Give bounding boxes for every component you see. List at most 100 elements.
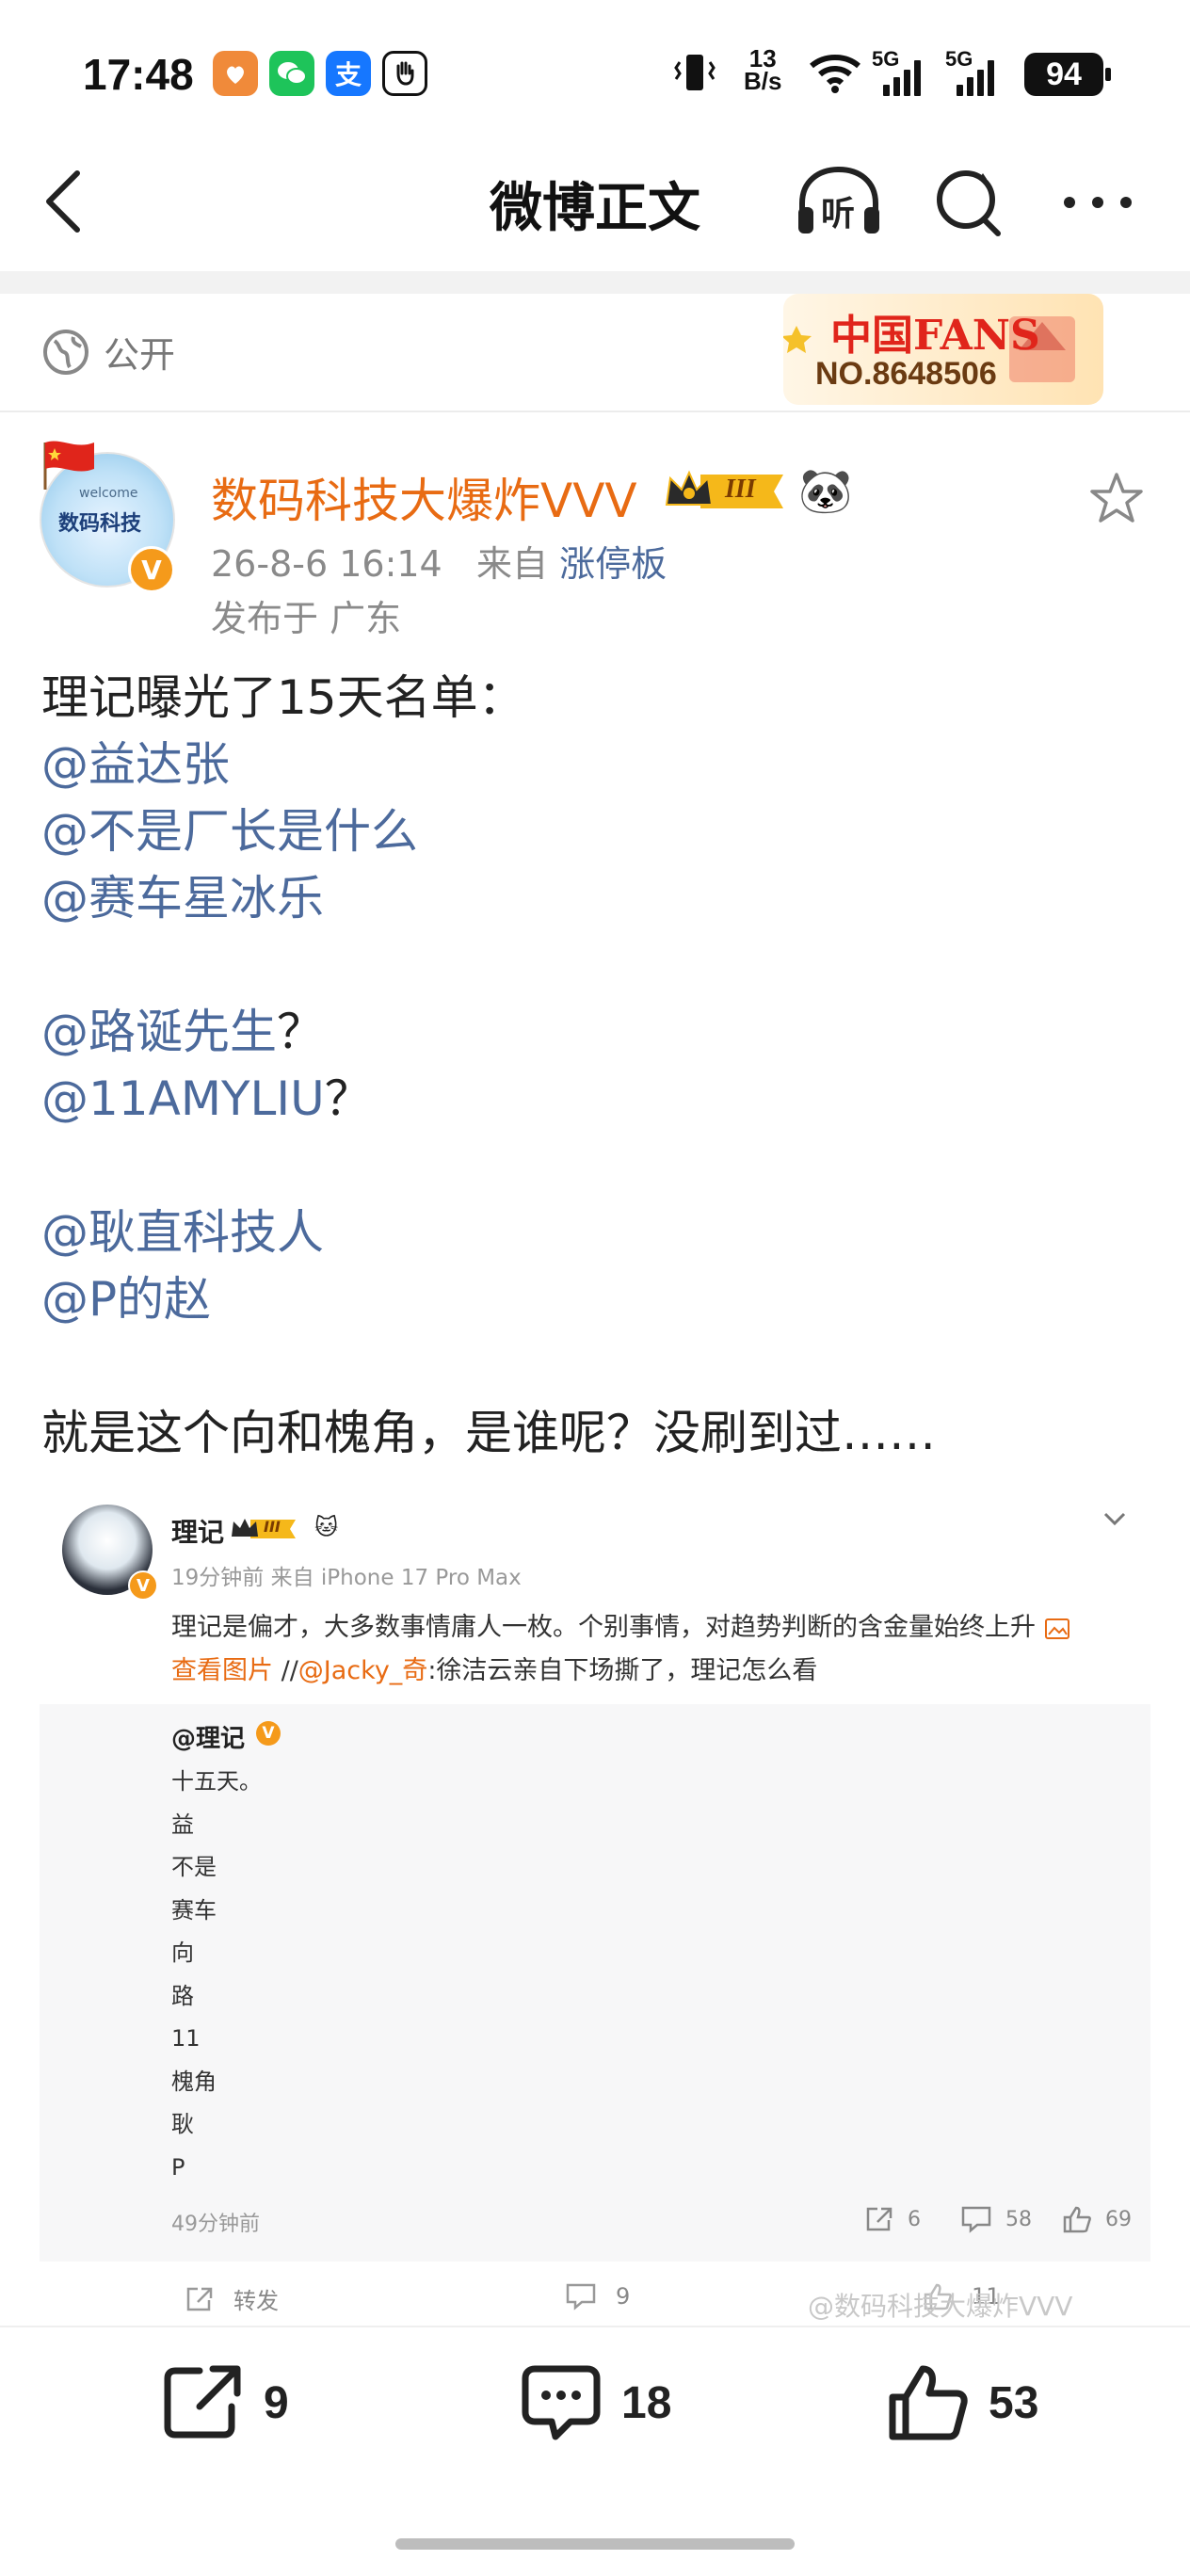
post-date: 26-8-6 16:14 [211,543,442,585]
avatar-text: 数码科技 [58,512,142,536]
post-body-line: 理记曝光了15天名单： [41,665,1152,732]
mention-link[interactable]: @赛车星冰乐 [41,871,324,926]
globe-icon [43,329,88,375]
post-text: 就是这个向和槐角，是谁呢？没刷到过…… [41,1406,936,1460]
battery-tip [1105,68,1111,81]
embedded-quote-lines: 十五天。益不是 赛车向路 11 槐角耿 P [171,1761,262,2189]
embedded-emoji-badge: 🐱 [314,1514,339,1540]
section-divider [0,411,1190,412]
fans-badge[interactable]: 中国FANS NO.8648506 [783,294,1103,405]
avatar-welcome-text: welcome [79,486,138,501]
fans-badge-number: NO.8648506 [815,356,997,392]
flag-icon [43,441,94,490]
bottom-bar-divider [0,2326,1190,2327]
embedded-quote-time: 49分钟前 [171,2213,260,2236]
alipay-icon: 支 [326,51,371,96]
status-time: 17:48 [83,50,194,99]
repost-count: 9 [264,2377,289,2428]
embedded-quote-line: P [171,2153,185,2181]
embedded-action-repost: 转发 [185,2282,279,2315]
mention-link[interactable]: @耿直科技人 [41,1205,324,1260]
embedded-quote-comments: 58 [960,2205,1032,2233]
vibrate-icon [670,51,719,98]
post-text-suffix: ？ [277,1005,324,1059]
embedded-quote-line: 赛车 [171,1896,217,1924]
post-body: 理记曝光了15天名单： @益达张 @不是厂长是什么 @赛车星冰乐 @路诞先生？ @11AM… [41,665,1152,1467]
mention-link[interactable]: @路诞先生 [41,1005,277,1059]
post-meta: 26-8-6 16:14 来自 涨停板 [211,535,667,587]
favorite-button[interactable] [1088,471,1145,529]
wifi-icon [808,51,862,98]
post-body-blank-line [41,1133,1152,1199]
post-body-line: @路诞先生？ [41,999,1152,1066]
post-text: 理记曝光了15天名单： [41,670,525,725]
embedded-quote-verified-badge: V [256,1721,281,1746]
embedded-text-line2: 查看图片 //@Jacky_奇:徐洁云亲自下场撕了，理记怎么看 [171,1656,818,1685]
star-icon [1090,473,1143,523]
share-icon [164,2365,241,2439]
embedded-quote-line: 槐角 [171,2068,217,2095]
post-source-link[interactable]: 涨停板 [559,543,667,585]
embedded-quote-reposts: 6 [864,2205,921,2233]
comment-count: 18 [621,2377,672,2428]
wechat-icon [269,51,314,96]
embedded-quote-line: 耿 [171,2111,194,2137]
verified-badge: V [128,546,175,593]
comment-button[interactable]: 18 [518,2361,671,2444]
home-indicator[interactable] [395,2538,795,2550]
post-body-line: @P的赵 [41,1266,1152,1333]
embedded-share-icon [866,2207,892,2231]
embedded-quote-likes: 69 [1062,2205,1132,2233]
more-button[interactable] [1060,188,1135,220]
visibility-row: 公开 [41,326,175,378]
mention-link[interactable]: @益达张 [41,737,230,792]
status-bar: 17:48 支 13 B/s 5G 5G 94 [0,0,1190,141]
embedded-like-icon [1063,2206,1091,2233]
level-badge: III [663,467,789,516]
embedded-level-badge: III [230,1516,298,1542]
post-body-blank-line [41,932,1152,999]
embedded-author-name: 理记 [171,1517,225,1548]
post-body-line: 就是这个向和槐角，是谁呢？没刷到过…… [41,1400,1152,1467]
repost-button[interactable]: 9 [160,2361,289,2444]
like-count: 53 [989,2377,1039,2428]
hand-shield-icon [382,51,427,96]
app-notification-icon [213,51,258,96]
embedded-action-comments: 9 [565,2282,630,2310]
panda-badge-icon: 🐼 [798,465,853,516]
fans-badge-title: 中国FANS [830,312,1040,360]
post-text-suffix: ？ [324,1071,372,1126]
post-body-line: @赛车星冰乐 [41,865,1152,932]
embedded-repost-user: @Jacky_奇 [298,1656,428,1685]
post-body-blank-line [41,1333,1152,1400]
search-button[interactable] [932,166,1007,245]
embedded-quote-line: 十五天。 [171,1768,262,1795]
author-name[interactable]: 数码科技大爆炸VVV [211,463,637,531]
listen-button[interactable]: 听 [793,162,885,241]
embedded-chevron-down-icon [1102,1506,1128,1535]
embedded-quote-line: 不是 [171,1854,217,1880]
net-speed: 13 B/s [744,44,782,95]
post-body-line: @11AMYLIU？ [41,1066,1152,1133]
post-body-line: @耿直科技人 [41,1199,1152,1266]
more-dots-icon [1064,197,1132,208]
embedded-action-comment-icon [566,2283,596,2310]
page-title: 微博正文 [490,178,700,239]
embedded-quote-author: @理记 [171,1725,246,1753]
mention-link[interactable]: @11AMYLIU [41,1071,325,1126]
embedded-quote-line: 11 [171,2025,201,2052]
like-button[interactable]: 53 [885,2361,1038,2444]
embedded-view-image-link: 查看图片 [171,1656,273,1685]
embedded-verified-badge: V [128,1570,158,1601]
embedded-quote-line: 向 [171,1940,194,1966]
post-body-line: @益达张 [41,732,1152,798]
embedded-repost-icon [186,2287,213,2310]
listen-label: 听 [821,195,856,233]
mention-link[interactable]: @P的赵 [41,1272,211,1327]
battery-indicator: 94 [1024,53,1103,96]
visibility-label: 公开 [104,334,176,376]
level-badge-text: III [725,475,756,504]
mention-link[interactable]: @不是厂长是什么 [41,804,418,859]
like-icon [889,2365,968,2440]
embedded-comment-icon [961,2206,991,2233]
